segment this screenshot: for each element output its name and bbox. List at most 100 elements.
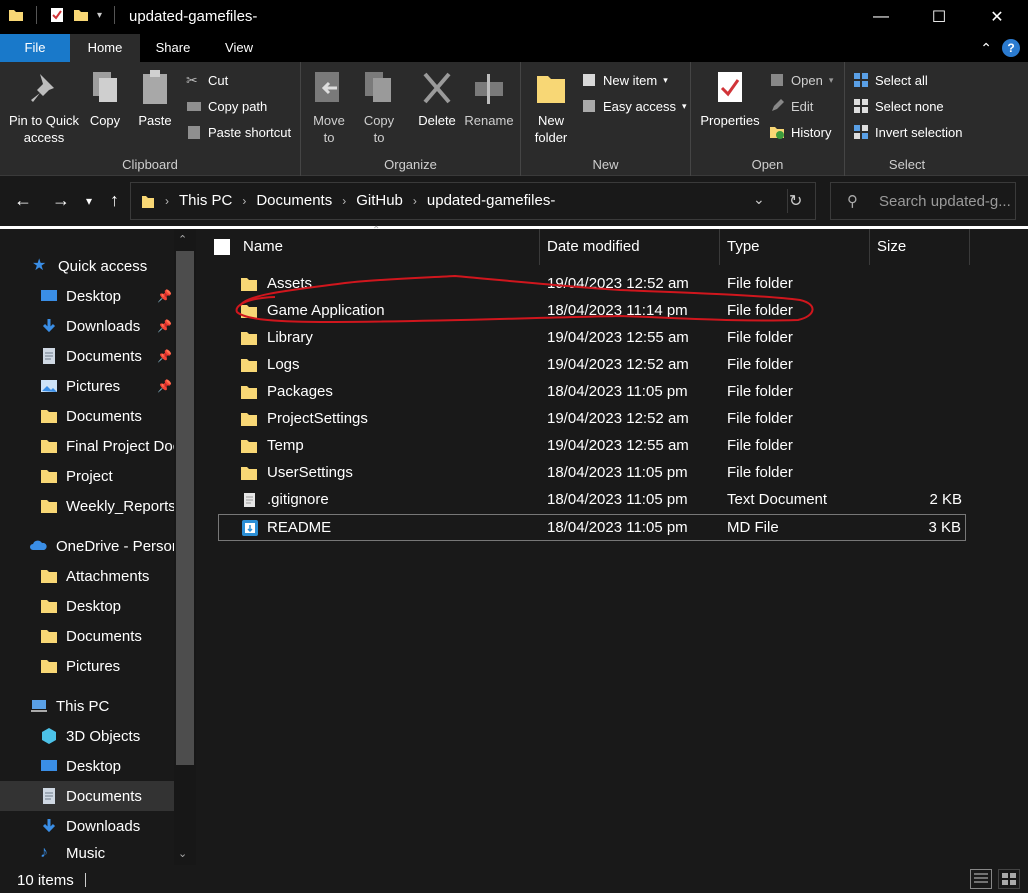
properties-icon[interactable]: [49, 7, 65, 23]
large-icons-view-button[interactable]: [998, 869, 1020, 889]
chevron-right-icon[interactable]: ›: [413, 194, 417, 208]
breadcrumb-this-pc[interactable]: This PC: [179, 192, 232, 209]
column-header-date[interactable]: Date modified: [547, 229, 640, 265]
table-row[interactable]: Logs 19/04/2023 12:52 am File folder: [218, 352, 966, 379]
new-item-button[interactable]: New item ▾: [581, 72, 668, 88]
pin-quick-access-button[interactable]: Pin to Quick access: [6, 68, 82, 146]
file-type: Text Document: [727, 491, 828, 508]
sidebar-item-onedrive-pictures[interactable]: Pictures: [0, 651, 174, 681]
sidebar-item-onedrive[interactable]: OneDrive - Person: [0, 531, 174, 561]
open-button[interactable]: Open ▾: [769, 72, 833, 88]
sidebar-item-weekly-reports[interactable]: Weekly_Reports: [0, 491, 174, 521]
breadcrumb-updated-gamefiles[interactable]: updated-gamefiles-: [427, 192, 555, 209]
column-divider[interactable]: [719, 229, 720, 265]
table-row[interactable]: README 18/04/2023 11:05 pm MD File 3 KB: [218, 514, 966, 541]
up-arrow-icon[interactable]: ↑: [110, 190, 119, 211]
column-divider[interactable]: [969, 229, 970, 265]
breadcrumb-github[interactable]: GitHub: [356, 192, 403, 209]
rename-button[interactable]: Rename: [463, 68, 515, 129]
sidebar-item-pc-documents[interactable]: Documents: [0, 781, 174, 811]
sidebar-item-project[interactable]: Project: [0, 461, 174, 491]
recent-locations-chevron-icon[interactable]: ▾: [86, 194, 92, 208]
tab-home[interactable]: Home: [70, 34, 140, 62]
column-divider[interactable]: [869, 229, 870, 265]
table-row[interactable]: Game Application 18/04/2023 11:14 pm Fil…: [218, 298, 966, 325]
delete-button[interactable]: Delete: [415, 68, 459, 129]
cube-icon: [42, 728, 56, 744]
sidebar-item-pictures[interactable]: Pictures 📌: [0, 371, 174, 401]
new-folder-icon[interactable]: [73, 7, 89, 23]
tab-share[interactable]: Share: [140, 34, 206, 62]
help-icon[interactable]: ?: [1002, 39, 1020, 57]
sidebar-item-downloads[interactable]: Downloads 📌: [0, 311, 174, 341]
paste-button[interactable]: Paste: [134, 68, 176, 129]
close-button[interactable]: ✕: [968, 0, 1026, 34]
properties-button[interactable]: Properties: [697, 68, 763, 129]
sidebar-item-pc-downloads[interactable]: Downloads: [0, 811, 174, 841]
select-all-checkbox[interactable]: [214, 239, 230, 255]
sidebar-item-documents-folder[interactable]: Documents: [0, 401, 174, 431]
chevron-down-icon[interactable]: ▾: [97, 10, 102, 21]
sidebar-item-attachments[interactable]: Attachments: [0, 561, 174, 591]
divider: [787, 189, 788, 213]
details-view-button[interactable]: [970, 869, 992, 889]
tab-file[interactable]: File: [0, 34, 70, 62]
sidebar-item-documents[interactable]: Documents 📌: [0, 341, 174, 371]
sidebar-item-desktop[interactable]: Desktop 📌: [0, 281, 174, 311]
chevron-down-icon[interactable]: ⌄: [178, 847, 187, 860]
copy-path-button[interactable]: Copy path: [186, 98, 267, 114]
column-header-name[interactable]: Name: [243, 229, 283, 265]
table-row[interactable]: .gitignore 18/04/2023 11:05 pm Text Docu…: [218, 487, 966, 514]
chevron-down-icon[interactable]: ⌄: [753, 191, 765, 208]
select-all-button[interactable]: Select all: [853, 72, 928, 88]
sidebar-item-quick-access[interactable]: ★ Quick access: [0, 251, 174, 281]
column-divider[interactable]: [539, 229, 540, 265]
tab-view[interactable]: View: [206, 34, 272, 62]
edit-button[interactable]: Edit: [769, 98, 813, 114]
sidebar-item-3d-objects[interactable]: 3D Objects: [0, 721, 174, 751]
sidebar-item-pc-desktop[interactable]: Desktop: [0, 751, 174, 781]
file-date: 18/04/2023 11:14 pm: [547, 302, 688, 319]
address-bar[interactable]: › This PC › Documents › GitHub › updated…: [130, 182, 816, 220]
new-folder-button[interactable]: New folder: [527, 68, 575, 146]
sidebar-item-this-pc[interactable]: This PC: [0, 691, 174, 721]
chevron-right-icon[interactable]: ›: [165, 194, 169, 208]
sidebar-item-music[interactable]: ♪ Music: [0, 841, 174, 865]
copy-to-button[interactable]: Copy to: [359, 68, 399, 146]
invert-selection-button[interactable]: Invert selection: [853, 124, 962, 140]
select-none-button[interactable]: Select none: [853, 98, 944, 114]
breadcrumb-documents[interactable]: Documents: [256, 192, 332, 209]
sidebar-item-onedrive-documents[interactable]: Documents: [0, 621, 174, 651]
table-row[interactable]: UserSettings 18/04/2023 11:05 pm File fo…: [218, 460, 966, 487]
paste-shortcut-button[interactable]: Paste shortcut: [186, 124, 291, 140]
chevron-up-icon[interactable]: ⌃: [980, 40, 992, 57]
table-row[interactable]: Packages 18/04/2023 11:05 pm File folder: [218, 379, 966, 406]
minimize-button[interactable]: —: [852, 0, 910, 34]
refresh-icon[interactable]: ↻: [789, 191, 802, 211]
file-type: File folder: [727, 383, 793, 400]
maximize-button[interactable]: ☐: [910, 0, 968, 34]
chevron-right-icon[interactable]: ›: [342, 194, 346, 208]
chevron-right-icon[interactable]: ›: [242, 194, 246, 208]
sidebar-item-onedrive-desktop[interactable]: Desktop: [0, 591, 174, 621]
scrollbar-thumb[interactable]: [176, 251, 194, 765]
back-arrow-icon[interactable]: ←: [14, 190, 32, 211]
table-row[interactable]: Temp 19/04/2023 12:55 am File folder: [218, 433, 966, 460]
forward-arrow-icon[interactable]: →: [52, 190, 70, 211]
chevron-up-icon[interactable]: ⌃: [178, 233, 187, 246]
table-row[interactable]: Library 19/04/2023 12:55 am File folder: [218, 325, 966, 352]
table-row[interactable]: Assets 19/04/2023 12:52 am File folder: [218, 271, 966, 298]
cut-button[interactable]: ✂ Cut: [186, 72, 228, 88]
column-header-type[interactable]: Type: [727, 229, 760, 265]
column-header-size[interactable]: Size: [877, 229, 906, 265]
easy-access-button[interactable]: Easy access ▾: [581, 98, 687, 114]
copy-button[interactable]: Copy: [84, 68, 126, 129]
edit-icon: [772, 99, 784, 111]
search-placeholder: Search updated-g...: [879, 193, 1011, 210]
sidebar-item-final-project-doc[interactable]: Final Project Doc: [0, 431, 174, 461]
history-button[interactable]: History: [769, 124, 831, 140]
sidebar-scrollbar[interactable]: ⌃ ⌄: [174, 229, 196, 865]
move-to-button[interactable]: Move to: [309, 68, 349, 146]
search-input[interactable]: ⚲ Search updated-g...: [830, 182, 1016, 220]
table-row[interactable]: ProjectSettings 19/04/2023 12:52 am File…: [218, 406, 966, 433]
